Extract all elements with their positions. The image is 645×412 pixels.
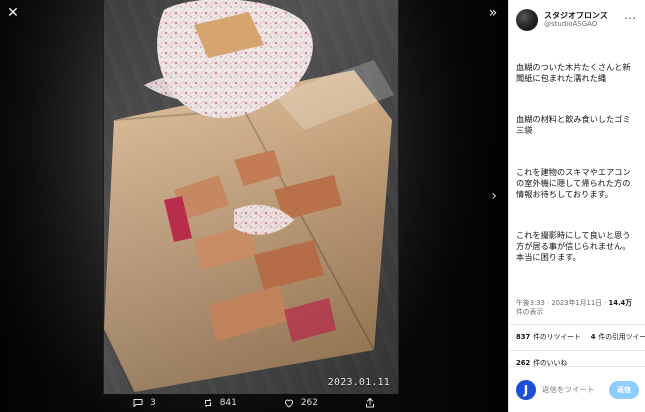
photo-frame: 2023.01.11 (103, 0, 399, 394)
retweets-value: 837 (516, 333, 531, 342)
viewer-avatar[interactable]: J (516, 379, 536, 400)
tweet-panel: スタジオブロンズ @studioASGAO ⋯ 血糊のついた木片たくさんと新聞紙… (508, 0, 645, 412)
viewer-actions: 3 841 262 (0, 394, 508, 412)
close-icon[interactable]: ✕ (6, 6, 20, 20)
quotes-label: 件の引用ツイート (598, 333, 645, 342)
tweet-paragraph-4: これを撮影時にして良いと思う方が居る事が信じられません。 本当に困ります。 (516, 229, 631, 263)
divider-2 (509, 349, 645, 351)
tweet-header: スタジオブロンズ @studioASGAO ⋯ (516, 6, 638, 34)
reply-input[interactable] (542, 379, 603, 400)
retweet-action[interactable]: 841 (202, 397, 237, 409)
collapse-panel-icon[interactable]: » (486, 6, 500, 20)
more-options-icon[interactable]: ⋯ (624, 12, 636, 24)
photo-date: 2023.01.11 (327, 377, 390, 388)
retweets-stat[interactable]: 837 件のリツイート (516, 333, 581, 341)
quotes-stat[interactable]: 4 件の引用ツイート (591, 333, 645, 341)
reply-composer: J 返信 (509, 366, 645, 412)
photo (104, 0, 398, 394)
tweet-paragraph-1: 血糊のついた木片たくさんと新聞紙に包まれた濡れた縄 (516, 62, 631, 84)
tweet-paragraph-3: これを建物のスキマやエアコンの室外機に隠して帰られた方の情報お待ちしております。 (516, 166, 631, 199)
reply-count: 3 (150, 398, 156, 408)
media-viewer: ✕ » 2023.01.11 › 3 841 262 (0, 0, 508, 412)
next-arrow-icon[interactable]: › (488, 189, 500, 203)
divider-1 (509, 324, 645, 326)
app-root: ✕ » 2023.01.11 › 3 841 262 スタジオブロンズ @stu… (0, 0, 645, 412)
heart-icon (284, 399, 293, 408)
author-names: スタジオブロンズ @studioASGAO (544, 12, 608, 28)
retweets-label: 件のリツイート (533, 333, 581, 342)
tweet-views-value: 14.4万 (608, 299, 633, 308)
comment-icon (133, 399, 143, 407)
tweet-stats: 837 件のリツイート 4 件の引用ツイート (516, 333, 645, 341)
stats-line-1: 837 件のリツイート 4 件の引用ツイート (516, 333, 645, 341)
like-action[interactable]: 262 (283, 397, 318, 409)
retweet-count: 841 (219, 398, 237, 408)
share-action[interactable] (364, 397, 376, 409)
author-display-name[interactable]: スタジオブロンズ (544, 12, 608, 20)
tweet-paragraph-2: 血糊の材料と飲み食いしたゴミ 三袋 (516, 114, 631, 136)
tweet-views-suffix: 件の表示 (516, 307, 544, 316)
tweet-content: 血糊のついた木片たくさんと新聞紙に包まれた濡れた縄 血糊の材料と飲み食いしたゴミ… (516, 40, 638, 293)
retweet-icon (204, 399, 211, 407)
tweet-time: 午後3:33 · 2023年1月11日 · (516, 299, 609, 308)
reply-action[interactable]: 3 (132, 397, 156, 409)
tweet-meta: 午後3:33 · 2023年1月11日 · 14.4万 件の表示 (516, 299, 638, 316)
author-avatar[interactable] (516, 9, 538, 31)
reply-submit-button[interactable]: 返信 (609, 380, 639, 399)
tweet-panel-inner: スタジオブロンズ @studioASGAO ⋯ 血糊のついた木片たくさんと新聞紙… (509, 0, 645, 410)
like-count: 262 (300, 398, 319, 408)
author-handle[interactable]: @studioASGAO (544, 21, 608, 28)
share-icon (365, 398, 374, 408)
quotes-value: 4 (590, 333, 596, 342)
